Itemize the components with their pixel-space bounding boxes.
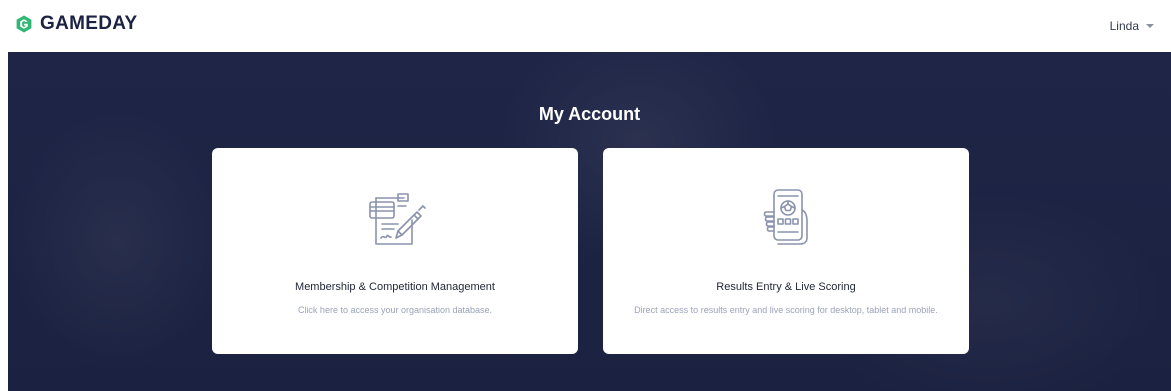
logo-text: GAMEDAY [40,13,138,34]
user-name: Linda [1109,19,1139,33]
card-icon-wrapper [603,186,969,250]
card-title: Results Entry & Live Scoring [716,281,856,293]
page-title: My Account [538,104,641,124]
chevron-down-icon [1146,24,1154,28]
gameday-logo-icon [16,15,32,33]
gameday-logo[interactable]: GAMEDAY [14,13,137,35]
results-live-scoring-card[interactable]: Results Entry & Live Scoring Direct acce… [603,148,969,354]
card-title: Membership & Competition Management [295,281,495,293]
card-description: Direct access to results entry and live … [634,305,938,315]
card-icon-wrapper [212,186,578,250]
card-description: Click here to access your organisation d… [297,305,493,315]
top-navigation-bar: GAMEDAY Linda [0,0,1171,52]
membership-form-icon [369,193,426,245]
mobile-scoring-icon [763,189,808,245]
membership-competition-card[interactable]: Membership & Competition Management Clic… [212,148,578,354]
user-menu-dropdown[interactable]: Linda [1110,19,1154,33]
hero-section: My Account Membership & Competition Mana… [8,52,1171,391]
